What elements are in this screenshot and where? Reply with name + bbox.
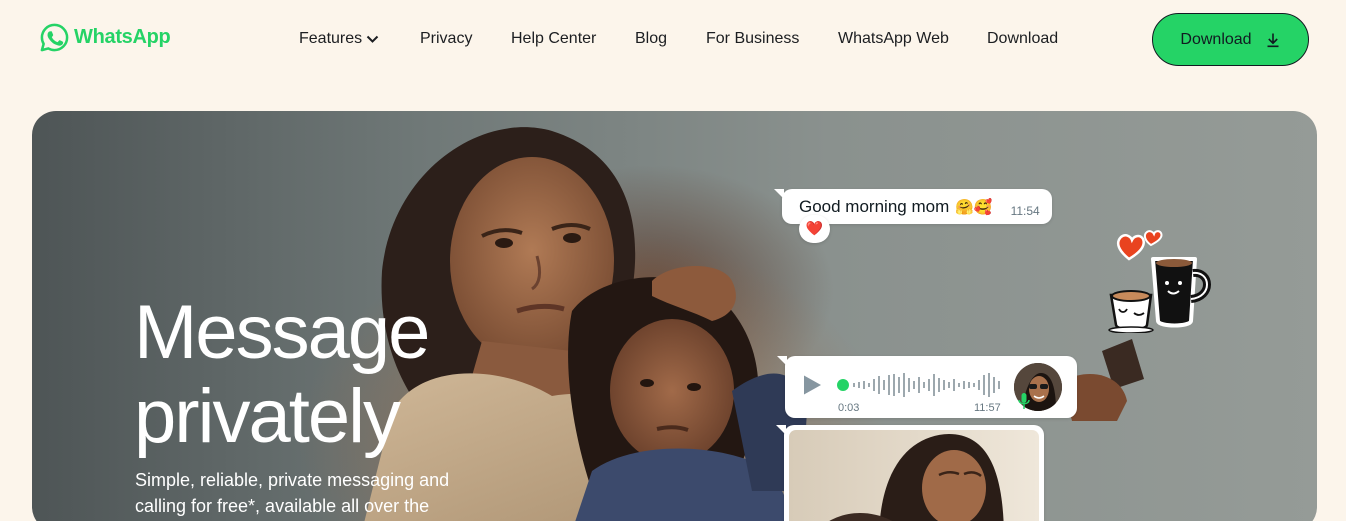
hero-title-line-1: Message [134, 290, 430, 375]
nav-item-whatsapp-web[interactable]: WhatsApp Web [838, 29, 949, 49]
download-button[interactable]: Download [1152, 13, 1309, 66]
coffee-mugs-sticker [1108, 230, 1211, 333]
nav-item-for-business[interactable]: For Business [706, 29, 799, 49]
photo-message-bubble [776, 425, 1044, 521]
play-icon[interactable] [801, 374, 823, 396]
download-arrow-icon [1267, 33, 1279, 47]
nav-item-help-center[interactable]: Help Center [511, 29, 596, 49]
download-button-label: Download [1180, 30, 1252, 48]
nav-item-label: Help Center [511, 30, 597, 47]
chat-message-text: Good morning mom [799, 196, 950, 216]
heart-reaction: ❤️ [799, 215, 830, 243]
nav-item-label: Privacy [420, 30, 473, 47]
nav-item-label: Features [299, 30, 363, 47]
nav-item-label: Download [987, 30, 1059, 47]
hero-section: Message privately Simple, reliable, priv… [32, 111, 1317, 521]
shared-photo[interactable] [789, 430, 1039, 521]
nav-item-label: WhatsApp Web [838, 30, 949, 47]
nav-item-features[interactable]: Features [299, 29, 379, 49]
brand-name: WhatsApp [74, 25, 171, 48]
voice-message-bubble: 0:03 11:57 [777, 356, 1077, 418]
waveform [837, 373, 1000, 397]
whatsapp-logo-link[interactable]: WhatsApp [39, 22, 171, 52]
chevron-down-icon [366, 35, 379, 43]
mic-icon [1018, 393, 1030, 409]
hero-subtitle: Simple, reliable, private messaging and … [135, 470, 450, 516]
whatsapp-logo-icon [40, 23, 69, 51]
nav-item-blog[interactable]: Blog [635, 29, 667, 49]
nav-item-label: Blog [635, 30, 668, 47]
hero-title: Message privately [134, 290, 430, 459]
nav-item-label: For Business [706, 30, 800, 47]
nav-item-privacy[interactable]: Privacy [420, 29, 472, 49]
hero-title-line-2: privately [134, 374, 401, 459]
voice-current-time: 0:03 [838, 402, 860, 414]
chat-message-time: 11:54 [1010, 203, 1040, 218]
voice-message-time: 11:57 [974, 402, 1001, 414]
nav-item-download[interactable]: Download [987, 29, 1058, 49]
chat-message-emojis: 🤗🥰 [955, 197, 993, 216]
site-header: WhatsApp Features Privacy Help Center Bl… [0, 0, 1346, 78]
